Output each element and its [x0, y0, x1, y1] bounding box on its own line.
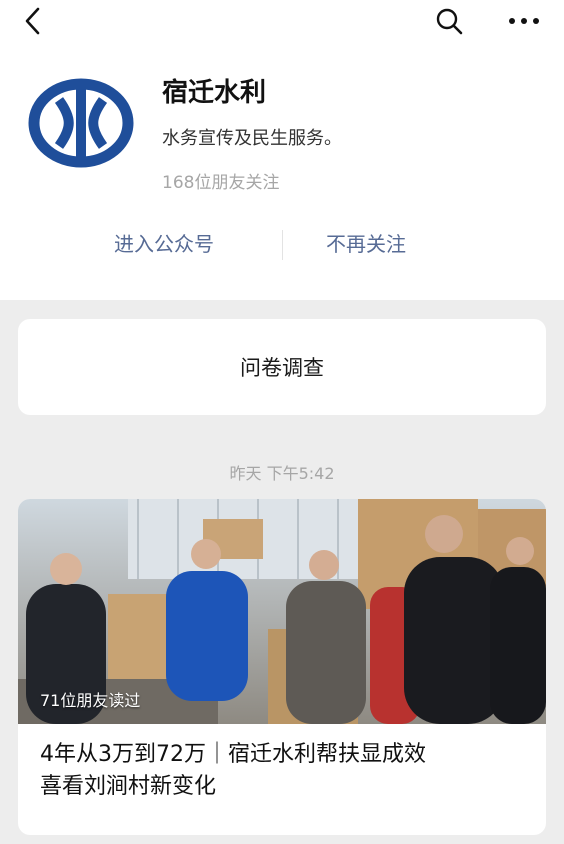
- account-name: 宿迁水利: [162, 78, 267, 108]
- article-card[interactable]: 71位朋友读过 4年从3万到72万｜宿迁水利帮扶显成效 喜看刘涧村新变化: [18, 499, 546, 835]
- account-description: 水务宣传及民生服务。: [162, 128, 342, 149]
- more-icon[interactable]: [504, 8, 544, 34]
- article-title-line-2: 喜看刘涧村新变化: [40, 774, 217, 799]
- account-logo: [28, 78, 134, 168]
- article-title[interactable]: 4年从3万到72万｜宿迁水利帮扶显成效 喜看刘涧村新变化: [40, 739, 530, 803]
- unfollow-button[interactable]: 不再关注: [326, 228, 406, 257]
- enter-account-button[interactable]: 进入公众号: [114, 228, 214, 257]
- article-title-line-1: 4年从3万到72万｜宿迁水利帮扶显成效: [40, 742, 426, 767]
- account-profile: 宿迁水利 水务宣传及民生服务。 168位朋友关注 进入公众号 不再关注: [0, 44, 564, 300]
- survey-label: 问卷调查: [240, 356, 324, 380]
- message-timestamp: 昨天 下午5:42: [229, 464, 335, 483]
- action-divider: [282, 230, 283, 260]
- search-icon[interactable]: [434, 6, 464, 36]
- top-bar: [0, 0, 564, 44]
- survey-menu-button[interactable]: 问卷调查: [18, 319, 546, 415]
- back-arrow-icon[interactable]: [18, 6, 48, 36]
- follower-count: 168位朋友关注: [162, 173, 280, 193]
- friends-read-count: 71位朋友读过: [40, 691, 141, 710]
